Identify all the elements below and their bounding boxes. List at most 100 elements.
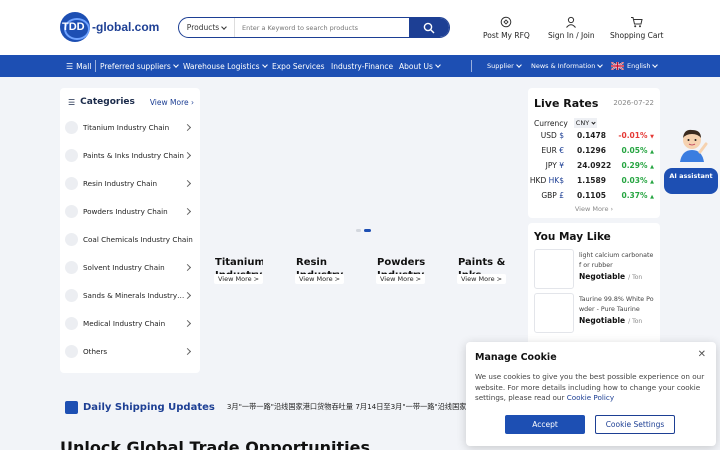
carousel-dot[interactable] xyxy=(356,229,361,232)
assistant-avatar-icon xyxy=(680,129,708,162)
rate-value: 24.0922 xyxy=(577,161,612,170)
nav-divider xyxy=(95,60,96,72)
shopping-cart-link[interactable]: Shopping Cart xyxy=(610,15,663,40)
banner-view-more-button[interactable]: View More > xyxy=(376,274,426,284)
banner-view-more-button[interactable]: View More > xyxy=(457,274,507,284)
product-name: Taurine 99.8% White Po wder - Pure Tauri… xyxy=(579,296,654,313)
rate-code: EUR xyxy=(541,146,557,155)
category-item[interactable]: Solvent Industry Chain xyxy=(65,258,195,276)
rate-row: EUR €0.1296 0.05% ▲ xyxy=(528,146,660,160)
product-unit: / Ton xyxy=(628,274,643,281)
category-item[interactable]: Titanium Industry Chain xyxy=(65,118,195,136)
hero-banner: Titanium IndustryView More >Resin Indust… xyxy=(208,88,520,298)
banner-view-more-button[interactable]: View More > xyxy=(295,274,345,284)
category-item[interactable]: Paints & Inks Industry Chain xyxy=(65,146,195,164)
cookie-dialog-title: Manage Cookie xyxy=(475,352,557,363)
product-image xyxy=(534,249,574,289)
category-label: Powders Industry Chain xyxy=(83,206,168,216)
rate-code: GBP xyxy=(541,191,557,200)
rate-currency: USD $ xyxy=(541,131,564,140)
category-label: Medical Industry Chain xyxy=(83,318,166,328)
shipping-updates-ticker[interactable]: 3月"一带一路"沿线国家港口货物吞吐量 7月14日至3月"一带一路"沿线国家港口… xyxy=(227,402,480,412)
category-item[interactable]: Sands & Minerals Industry Ch... xyxy=(65,286,195,304)
search-category-label: Products xyxy=(186,23,220,32)
chevron-right-icon xyxy=(183,179,192,187)
categories-view-more-link[interactable]: View More › xyxy=(150,98,194,107)
cookie-policy-link[interactable]: Cookie Policy xyxy=(567,393,614,402)
category-label: Others xyxy=(83,346,108,356)
product-card[interactable]: Taurine 99.8% White Po wder - Pure Tauri… xyxy=(534,293,658,333)
nav-about-label: About Us xyxy=(399,61,433,71)
rate-change-value: 0.03% xyxy=(621,176,648,185)
category-item[interactable]: Resin Industry Chain xyxy=(65,174,195,192)
rate-value: 0.1478 xyxy=(577,131,606,140)
search-button[interactable] xyxy=(409,18,449,37)
search-input[interactable] xyxy=(235,23,409,32)
nav-warehouse-logistics[interactable]: Warehouse Logistics xyxy=(183,55,268,77)
unlock-section-title: Unlock Global Trade Opportunities xyxy=(60,438,370,450)
categories-view-more-label: View More xyxy=(149,97,189,107)
shipping-updates-icon xyxy=(65,400,78,414)
logo[interactable]: TDD -global.com xyxy=(60,11,159,43)
product-price: Negotiable / Ton xyxy=(579,272,642,281)
rate-code: HKD xyxy=(529,176,547,185)
category-icon xyxy=(65,260,78,274)
categories-panel: ☰ Categories View More › Titanium Industr… xyxy=(60,88,200,373)
category-item[interactable]: Others xyxy=(65,342,195,360)
chevron-down-icon xyxy=(591,119,596,125)
nav-news[interactable]: News & Information xyxy=(531,55,604,77)
list-icon: ☰ xyxy=(68,97,76,107)
category-icon xyxy=(65,288,78,302)
product-name: light calcium carbonate f or rubber xyxy=(579,252,654,269)
banner-view-more-button[interactable]: View More > xyxy=(214,274,264,284)
logo-mark: TDD xyxy=(62,21,85,33)
nav-industry-finance[interactable]: Industry-Finance xyxy=(331,55,393,77)
sign-in-link[interactable]: Sign In / Join xyxy=(548,15,595,40)
nav-mall[interactable]: ☰ Mall xyxy=(66,55,91,77)
currency-select[interactable]: CNY xyxy=(573,118,598,128)
rate-row: GBP £0.1105 0.37% ▲ xyxy=(528,191,660,205)
category-item[interactable]: Coal Chemicals Industry Chain xyxy=(65,230,195,248)
user-icon xyxy=(566,16,577,28)
ai-assistant-widget[interactable]: AI assistant xyxy=(664,126,718,196)
chevron-right-icon xyxy=(183,263,192,271)
chevron-right-icon xyxy=(183,319,192,327)
category-item[interactable]: Powders Industry Chain xyxy=(65,202,195,220)
cart-icon xyxy=(631,17,643,28)
accept-cookies-button[interactable]: Accept xyxy=(505,415,585,434)
chevron-down-icon xyxy=(172,62,179,68)
search-category-select[interactable]: Products xyxy=(179,18,235,37)
carousel-dot[interactable] xyxy=(364,229,371,232)
nav-finance-label: Industry-Finance xyxy=(331,61,394,71)
rate-currency: JPY ¥ xyxy=(546,161,564,170)
nav-preferred-suppliers[interactable]: Preferred suppliers xyxy=(100,55,179,77)
chevron-right-icon xyxy=(183,123,192,131)
category-icon xyxy=(65,148,78,162)
search-bar: Products xyxy=(178,17,450,38)
rate-change: 0.29% ▲ xyxy=(621,161,654,170)
language-label: English xyxy=(627,62,651,70)
currency-value: CNY xyxy=(575,119,590,127)
rate-value: 0.1296 xyxy=(577,146,606,155)
product-image xyxy=(534,293,574,333)
cookie-settings-button[interactable]: Cookie Settings xyxy=(595,415,675,434)
nav-divider xyxy=(471,60,472,72)
cookie-dialog-body: We use cookies to give you the best poss… xyxy=(475,372,707,404)
ai-assistant-button[interactable]: AI assistant xyxy=(664,168,718,194)
nav-warehouse-label: Warehouse Logistics xyxy=(183,61,260,71)
rate-row: JPY ¥ 24.0922 0.29% ▲ xyxy=(528,161,660,175)
product-card[interactable]: light calcium carbonate f or rubber Negot… xyxy=(534,249,658,289)
post-rfq-link[interactable]: Post My RFQ xyxy=(483,15,530,40)
rates-view-more-link[interactable]: View More › xyxy=(528,205,660,213)
nav-about-us[interactable]: About Us xyxy=(399,55,441,77)
language-select[interactable]: English xyxy=(611,55,659,77)
close-icon[interactable]: ✕ xyxy=(698,349,706,360)
rate-change-value: -0.01% xyxy=(618,131,648,140)
category-item[interactable]: Medical Industry Chain xyxy=(65,314,195,332)
rate-change-value: 0.37% xyxy=(621,191,648,200)
nav-expo-services[interactable]: Expo Services xyxy=(272,55,325,77)
banner-slide-title: Titanium Industry xyxy=(215,257,263,274)
arrow-up-icon: ▲ xyxy=(650,179,654,185)
you-may-like-title: You May Like xyxy=(534,231,611,243)
nav-supplier[interactable]: Supplier xyxy=(487,55,522,77)
